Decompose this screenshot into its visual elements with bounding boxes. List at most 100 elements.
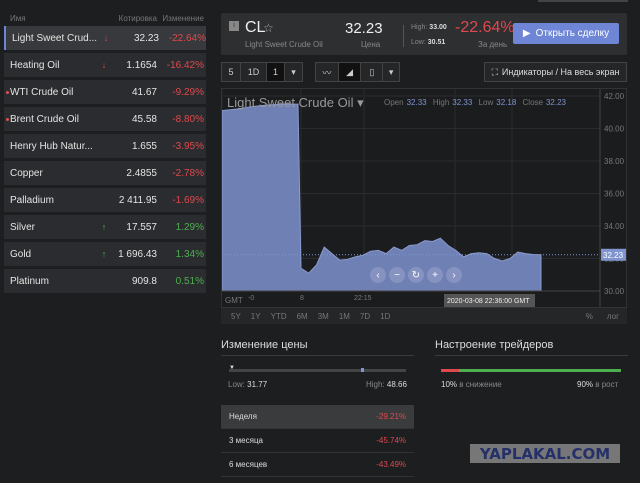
x-tick-label: 8 [300, 295, 304, 302]
period: Неделя [229, 412, 257, 421]
low-label: Low: [228, 380, 245, 389]
y-tick-label: 42.00 [604, 92, 625, 101]
crosshair-time-label: 2020-03-08 22:36:00 GMT [447, 298, 530, 305]
list-item[interactable]: Palladium 2 411.95 -1.69% [4, 188, 206, 212]
instrument-list: Имя Котировка Изменение Light Sweet Crud… [4, 11, 206, 296]
sentiment-down: 10% в снижение [441, 380, 502, 389]
day-low: Low: 30.51 [411, 39, 445, 46]
price: 32.23 [345, 20, 383, 37]
info-icon[interactable]: i [229, 21, 239, 31]
scroll-right-icon[interactable]: › [446, 267, 462, 283]
list-item[interactable]: Heating Oil ↓ 1.1654 -16.42% [4, 53, 206, 77]
item-quote: 1 696.43 [118, 248, 157, 260]
down-label: в снижение [459, 380, 502, 389]
arrow-down-icon: ↓ [101, 60, 107, 70]
item-quote: 32.23 [133, 32, 159, 44]
item-quote: 909.8 [131, 275, 157, 287]
zoom-out-icon[interactable]: − [389, 267, 405, 283]
item-change: 1.29% [175, 221, 204, 233]
close-value: 32.23 [545, 98, 566, 107]
low-value: 31.77 [247, 380, 268, 389]
item-name: Light Sweet Crud... [12, 32, 98, 44]
range-marker [361, 368, 364, 372]
list-header: Имя Котировка Изменение [4, 11, 206, 26]
zoom-in-icon[interactable]: + [427, 267, 443, 283]
indicators-fullscreen-button[interactable]: ⛶ Индикаторы / На весь экран [484, 62, 627, 82]
chart-canvas: 42.0040.0038.0036.0034.0032.0030.0032.23… [222, 89, 626, 307]
alert-dot-icon [6, 118, 9, 121]
list-item[interactable]: Gold ↑ 1 696.43 1.34% [4, 242, 206, 266]
area-chart-icon[interactable]: ◢ [338, 63, 362, 81]
item-quote: 2 411.95 [118, 194, 157, 206]
reset-icon[interactable]: ↻ [408, 267, 424, 283]
y-tick-label: 36.00 [604, 190, 625, 199]
indicators-label: Индикаторы / На весь экран [501, 67, 620, 77]
y-tick-label: 34.00 [604, 222, 625, 231]
item-quote: 17.557 [126, 221, 157, 233]
sentiment-title: Настроение трейдеров [435, 339, 554, 351]
y-tick-label: 30.00 [604, 287, 625, 296]
list-item[interactable]: Brent Crude Oil 45.58 -8.80% [4, 107, 206, 131]
chart-type-chevron-icon[interactable]: ▾ [383, 63, 399, 81]
price-change-row[interactable]: 6 месяцев -43.49% [221, 453, 414, 477]
alert-dot-icon [6, 91, 9, 94]
high-value: 32.33 [452, 98, 473, 107]
range-5y[interactable]: 5Y [231, 312, 241, 321]
divider [435, 355, 628, 356]
high-label: High: [411, 24, 428, 31]
price-range-bar: ▼ [229, 365, 406, 372]
chevron-down-icon: ▾ [357, 95, 364, 110]
interval-1[interactable]: 1 [267, 63, 285, 81]
item-quote: 1.1654 [126, 59, 157, 71]
period-change: -43.49% [376, 460, 406, 469]
interval-5[interactable]: 5 [222, 63, 241, 81]
instrument-name: Light Sweet Crude Oil [245, 40, 323, 49]
item-change: -1.69% [172, 194, 204, 206]
item-change: -16.42% [166, 59, 204, 71]
interval-dropdown-chevron-icon[interactable]: ▾ [285, 63, 302, 81]
play-icon: ▶ [522, 28, 531, 39]
sentiment-down-fill [441, 369, 459, 372]
list-item[interactable]: Henry Hub Natur... 1.655 -3.95% [4, 134, 206, 158]
price-area [222, 103, 542, 292]
arrow-up-icon: ↑ [101, 249, 107, 259]
open-trade-button[interactable]: ▶ Открыть сделку [513, 23, 619, 44]
list-item[interactable]: Platinum 909.8 0.51% [4, 269, 206, 293]
price-chart[interactable]: 42.0040.0038.0036.0034.0032.0030.0032.23… [221, 88, 627, 308]
line-chart-icon[interactable]: 〰 [316, 63, 339, 81]
x-tick-label: 22:15 [354, 295, 372, 302]
item-name: Palladium [10, 194, 54, 206]
high-value: 33.00 [429, 24, 447, 31]
period: 6 месяцев [229, 460, 268, 469]
range-3m[interactable]: 3M [318, 312, 329, 321]
list-item[interactable]: WTI Crude Oil 41.67 -9.29% [4, 80, 206, 104]
chart-title[interactable]: Light Sweet Crude Oil ▾ [227, 95, 364, 111]
candlestick-chart-icon[interactable]: ▯ [361, 63, 384, 81]
range-6m[interactable]: 6M [297, 312, 308, 321]
low-value: 32.18 [496, 98, 517, 107]
scroll-left-icon[interactable]: ‹ [370, 267, 386, 283]
open-trade-label: Открыть сделку [535, 28, 610, 39]
range-1m[interactable]: 1M [339, 312, 350, 321]
price-change-row[interactable]: Неделя -29.21% [221, 405, 414, 429]
interval-1d[interactable]: 1D [241, 63, 267, 81]
range-1y[interactable]: 1Y [251, 312, 261, 321]
list-item[interactable]: Silver ↑ 17.557 1.29% [4, 215, 206, 239]
range-ytd[interactable]: YTD [271, 312, 287, 321]
price-change-row[interactable]: 3 месяца -45.74% [221, 429, 414, 453]
day-change: -22.64% [455, 19, 515, 36]
item-name: Brent Crude Oil [10, 113, 79, 125]
range-1d[interactable]: 1D [380, 312, 390, 321]
log-toggle[interactable]: лог [607, 312, 619, 321]
instrument-header: i CL ☆ Light Sweet Crude Oil 32.23 Цена … [221, 13, 627, 55]
range-selector: 5Y 1Y YTD 6M 3M 1M 7D 1D % лог [221, 308, 627, 324]
item-quote: 2.4855 [126, 167, 157, 179]
list-item[interactable]: Light Sweet Crud... ↓ 32.23 -22.64% [4, 26, 206, 50]
percent-toggle[interactable]: % [586, 312, 593, 321]
item-name: Heating Oil [10, 59, 60, 71]
list-item[interactable]: Copper 2.4855 -2.78% [4, 161, 206, 185]
range-7d[interactable]: 7D [360, 312, 370, 321]
low-label: Low: [411, 39, 426, 46]
arrow-down-icon: ↓ [103, 33, 109, 43]
favorite-star-icon[interactable]: ☆ [263, 21, 274, 35]
